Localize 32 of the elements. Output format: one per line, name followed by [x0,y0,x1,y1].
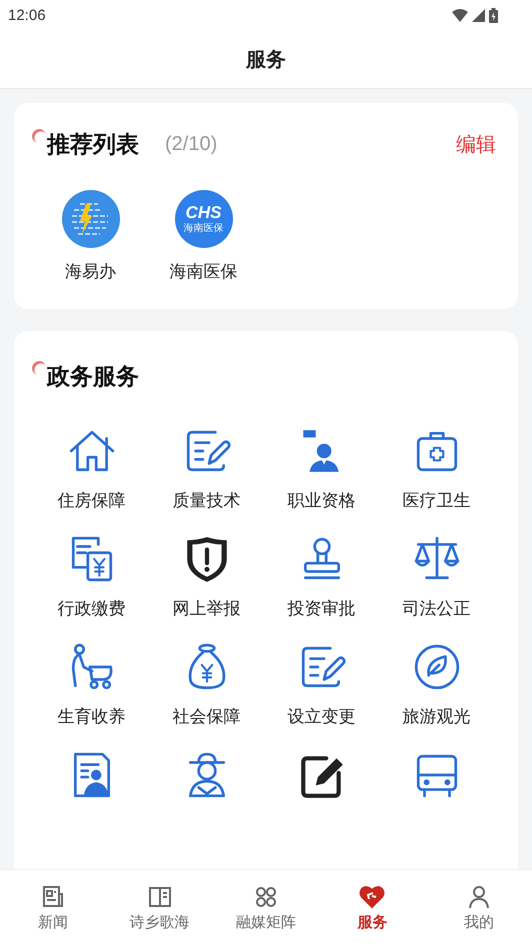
app-logo[interactable]: CHS 海南医保 [174,190,232,248]
service-label: 生育收养 [58,706,126,728]
service-label: 医疗卫生 [402,490,470,512]
tab-item[interactable]: 我的 [428,884,529,932]
status-time: 12:06 [8,6,46,24]
section-title: 政务服务 [47,363,139,392]
tab-item[interactable]: 诗乡歌海 [110,884,210,932]
book-icon [146,884,173,910]
service-label: 职业资格 [288,490,356,512]
tab-item[interactable]: 新闻 [3,884,104,932]
section-title: 推荐列表 [47,131,139,160]
service-label: 住房保障 [58,490,126,512]
service-label: 旅游观光 [402,706,470,728]
tab-item[interactable]: 融媒矩阵 [216,884,316,932]
wifi-icon [452,8,468,22]
app-label: 海易办 [65,261,116,283]
service-label: 质量技术 [172,490,240,512]
service-label: 社会保障 [172,706,240,728]
service-label: 投资审批 [288,598,356,620]
service-label: 设立变更 [288,706,356,728]
battery-icon [489,8,498,22]
heart-icon [359,884,386,910]
service-label: 网上举报 [172,598,240,620]
lightning-globe-icon[interactable] [62,190,120,248]
count-label: (2/10) [165,133,218,156]
edit-link[interactable]: 编辑 [456,131,496,158]
service-label: 行政缴费 [58,598,126,620]
tab-item[interactable]: 服务 [322,884,422,932]
signal-icon [472,8,485,22]
app-label: 海南医保 [170,261,238,283]
page-title: 服务 [246,46,286,72]
service-label: 司法公正 [402,598,470,620]
